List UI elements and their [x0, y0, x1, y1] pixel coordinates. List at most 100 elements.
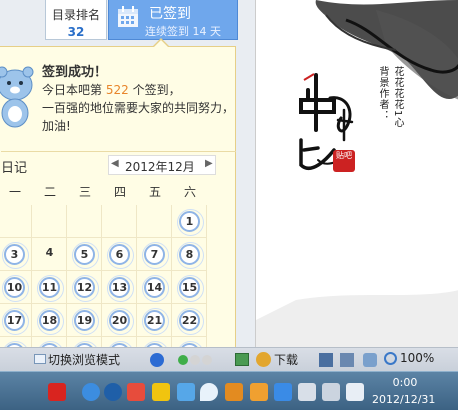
- calendar-day[interactable]: 12: [72, 275, 99, 302]
- download-button[interactable]: 下载: [256, 351, 298, 369]
- calendar-grid: 一二三四五六1345678101112131415171819202122242…: [0, 177, 236, 370]
- download-icon: [256, 352, 271, 367]
- calendar-day-cell: 5: [67, 238, 102, 271]
- calendar-title: 日记: [1, 161, 28, 176]
- browser-status-bar: 切换浏览模式 下载 100%: [0, 347, 458, 371]
- calendar-day[interactable]: 14: [142, 275, 169, 302]
- zoom-value: 100%: [400, 351, 435, 365]
- red-seal-stamp: 贴吧: [333, 150, 355, 172]
- calendar-day-cell: 13: [102, 271, 137, 304]
- rank-value[interactable]: 32: [46, 25, 106, 39]
- calendar-day-cell: 4: [32, 238, 67, 271]
- calendar-day-cell: 19: [67, 304, 102, 337]
- weekday-label: 一: [8, 185, 21, 199]
- directory-rank-box[interactable]: 目录排名 32: [45, 0, 107, 40]
- switch-browse-mode-label: 切换浏览模式: [48, 353, 121, 367]
- qq-pet-icon[interactable]: [250, 383, 268, 401]
- calendar-day[interactable]: 19: [72, 308, 99, 335]
- calendar-day[interactable]: 21: [142, 308, 169, 335]
- zoom-icon: [384, 352, 397, 365]
- calendar-day-cell: 15: [172, 271, 207, 304]
- shield-icon[interactable]: [274, 383, 292, 401]
- calendar-day[interactable]: 3: [2, 242, 29, 269]
- calendar-day[interactable]: 4: [39, 244, 60, 265]
- clipboard-icon[interactable]: [346, 383, 364, 401]
- rank-label: 目录排名: [51, 8, 100, 22]
- calendar-day-cell: 10: [0, 271, 32, 304]
- accelerator-toggle[interactable]: [178, 354, 218, 366]
- weekday-label: 五: [148, 185, 161, 199]
- calendar-day[interactable]: 20: [107, 308, 134, 335]
- ink-painting-image: [256, 0, 458, 347]
- gray-dot-icon: [202, 355, 212, 365]
- bear-mascot-icon: [0, 66, 34, 128]
- volume-icon[interactable]: [363, 353, 377, 367]
- calendar-day[interactable]: 5: [72, 242, 99, 269]
- signin-success-popup: 签到成功！ 今日本吧第 522 个签到， 一百强的地位需要大家的共同努力， 加油…: [0, 38, 236, 370]
- rank-suffix: 个签到，: [132, 83, 181, 97]
- weekday-label: 四: [113, 185, 126, 199]
- calendar-icon: [118, 6, 138, 27]
- streak-text: 连续签到 14 天: [145, 25, 221, 38]
- signed-in-button[interactable]: 已签到 连续签到 14 天: [108, 0, 238, 40]
- next-month-icon[interactable]: ▶: [205, 158, 213, 169]
- art-credit-label: 背景作者：: [377, 66, 388, 121]
- calendar-day-cell: 11: [32, 271, 67, 304]
- switch-browse-mode-button[interactable]: 切换浏览模式: [34, 351, 120, 369]
- app-icon-yellow[interactable]: [152, 383, 170, 401]
- calendar-day-cell: [67, 205, 102, 238]
- download-label: 下载: [274, 353, 299, 367]
- calendar-day[interactable]: 17: [2, 308, 29, 335]
- current-month: 2012年12月: [125, 160, 195, 174]
- calendar-day[interactable]: 18: [37, 308, 64, 335]
- water-drop-icon[interactable]: [200, 383, 218, 401]
- app-icon-blue[interactable]: [177, 383, 195, 401]
- display-icon[interactable]: [322, 383, 340, 401]
- calendar-header: 日记 ◀ 2012年12月 ▶: [1, 151, 236, 177]
- calendar-day[interactable]: 11: [37, 275, 64, 302]
- signin-order-number: 522: [105, 83, 129, 97]
- k-app-icon[interactable]: [104, 383, 122, 401]
- success-message-line3: 加油!: [42, 119, 71, 133]
- calendar-day-cell: 22: [172, 304, 207, 337]
- screenshot-icon[interactable]: [340, 353, 354, 367]
- calendar-day-cell: 18: [32, 304, 67, 337]
- weekday-label: 二: [43, 185, 56, 199]
- calendar-day[interactable]: 7: [142, 242, 169, 269]
- image-icon[interactable]: [235, 353, 249, 366]
- browser-icon[interactable]: [82, 383, 100, 401]
- calendar-day[interactable]: 22: [177, 308, 204, 335]
- success-message-line1: 今日本吧第 522 个签到，: [42, 81, 181, 98]
- calendar-day-cell: 17: [0, 304, 32, 337]
- sogou-input-icon[interactable]: [48, 383, 66, 401]
- window-layout-icon[interactable]: [319, 353, 333, 367]
- prev-month-icon[interactable]: ◀: [111, 158, 119, 169]
- calendar-day-cell: [32, 205, 67, 238]
- calendar-day-cell: 20: [102, 304, 137, 337]
- weekday-label: 六: [183, 185, 196, 199]
- calendar-day[interactable]: 13: [107, 275, 134, 302]
- zoom-control[interactable]: 100%: [384, 351, 434, 365]
- calendar-day[interactable]: 1: [177, 209, 204, 236]
- security-shield-icon[interactable]: [150, 353, 164, 367]
- calendar-day[interactable]: 6: [107, 242, 134, 269]
- calendar-day-cell: 8: [172, 238, 207, 271]
- calendar-day[interactable]: 8: [177, 242, 204, 269]
- weekday-label: 三: [78, 185, 91, 199]
- background-art-panel: 背景作者： 花花花花1心 贴吧: [255, 0, 458, 347]
- calendar-day-cell: 3: [0, 238, 32, 271]
- game-icon[interactable]: [225, 383, 243, 401]
- rank-prefix: 今日本吧第: [42, 83, 103, 97]
- calendar-day[interactable]: 15: [177, 275, 204, 302]
- tray-time[interactable]: 0:00: [392, 376, 418, 389]
- calendar-day-cell: [102, 205, 137, 238]
- window-icon: [34, 354, 46, 364]
- tray-date[interactable]: 2012/12/31: [372, 393, 435, 406]
- signed-in-label: 已签到: [149, 6, 191, 22]
- app-icon-red[interactable]: [127, 383, 145, 401]
- calendar-day-cell: 14: [137, 271, 172, 304]
- month-selector[interactable]: ◀ 2012年12月 ▶: [108, 155, 216, 175]
- popup-arrow-inner: [153, 40, 169, 48]
- calendar-day[interactable]: 10: [2, 275, 29, 302]
- network-icon[interactable]: [298, 383, 316, 401]
